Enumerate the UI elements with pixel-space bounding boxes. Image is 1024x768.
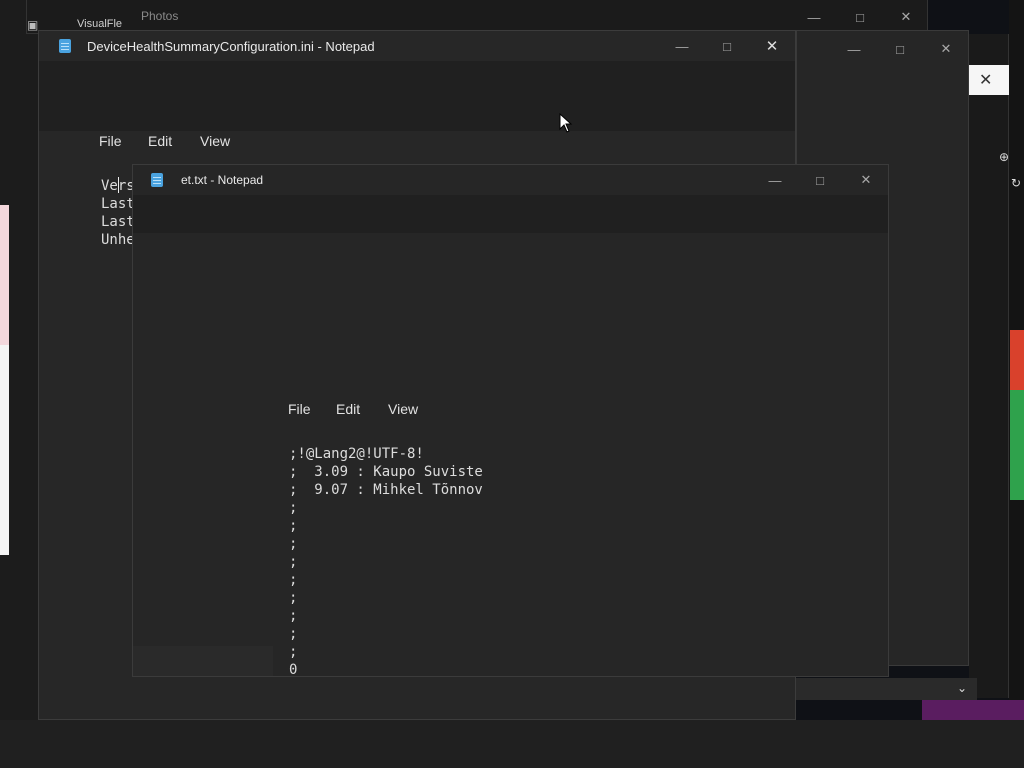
editor-line: ;: [289, 626, 298, 642]
window-title: DeviceHealthSummaryConfiguration.ini - N…: [87, 39, 375, 54]
rotate-icon: ↻: [1011, 176, 1022, 190]
bg-maximize-button[interactable]: □: [877, 31, 923, 67]
background-purple-strip: [922, 700, 1024, 720]
close-icon: ✕: [979, 72, 993, 89]
background-art-red: [1010, 330, 1024, 390]
close-button[interactable]: ✕: [843, 165, 889, 195]
chevron-down-icon: ⌄: [956, 681, 967, 695]
minimize-button[interactable]: —: [659, 31, 705, 61]
background-art-green: [1010, 390, 1024, 500]
background-close-chip[interactable]: ✕: [969, 65, 1009, 95]
menu-file[interactable]: File: [99, 133, 122, 149]
editor-line: ; 3.09 : Kaupo Suviste: [289, 464, 483, 480]
editor-line: ;: [289, 572, 298, 588]
editor-line: ;: [289, 500, 298, 516]
editor-line: ;: [289, 644, 298, 660]
editor-line: ;!@Lang2@!UTF-8!: [289, 446, 424, 462]
menu-view[interactable]: View: [200, 133, 230, 149]
editor-line: ;: [289, 518, 298, 534]
titlebar[interactable]: DeviceHealthSummaryConfiguration.ini - N…: [39, 31, 795, 61]
editor-line: Last: [101, 196, 135, 212]
close-button[interactable]: ✕: [749, 31, 795, 61]
editor-line: ; 9.07 : Mihkel Tõnnov: [289, 482, 483, 498]
text-caret: [118, 177, 119, 193]
menu-view[interactable]: View: [388, 401, 418, 417]
maximize-button[interactable]: □: [797, 165, 843, 195]
photos-app-icon: ▣: [27, 18, 39, 32]
zoom-in-icon: ⊕: [999, 150, 1010, 164]
taskbar-area: [0, 720, 1024, 768]
minimize-button[interactable]: —: [752, 165, 798, 195]
menu-file[interactable]: File: [288, 401, 311, 417]
tab-strip: [39, 61, 795, 131]
notepad-icon: [151, 173, 163, 187]
menu-edit[interactable]: Edit: [148, 133, 172, 149]
text-editor[interactable]: ;!@Lang2@!UTF-8! ; 3.09 : Kaupo Suviste …: [133, 435, 888, 678]
editor-line: Last: [101, 214, 135, 230]
editor-line: Unhe: [101, 232, 135, 248]
maximize-button[interactable]: □: [704, 31, 750, 61]
photos-maximize-button[interactable]: □: [837, 0, 883, 34]
background-white-panel: [0, 345, 9, 555]
bg-close-button[interactable]: ✕: [923, 31, 969, 67]
notepad-window-et[interactable]: et.txt - Notepad — □ ✕ File Edit View ;!…: [132, 164, 889, 678]
editor-line: ;: [289, 590, 298, 606]
photos-close-button[interactable]: ✕: [883, 0, 929, 34]
desktop: ▣ Photos VisualFle — □ ✕ — □ ✕ ✕ ⊕ ↻ ⌄ D…: [0, 0, 1024, 768]
photos-window[interactable]: ▣ Photos VisualFle — □ ✕: [26, 0, 928, 34]
editor-line: ;: [289, 608, 298, 624]
editor-line: ;: [289, 554, 298, 570]
window-title: et.txt - Notepad: [181, 173, 264, 187]
visualflex-label: VisualFle: [77, 18, 123, 30]
photos-minimize-button[interactable]: —: [791, 0, 837, 34]
background-dropdown-bar[interactable]: ⌄: [796, 678, 977, 700]
bg-minimize-button[interactable]: —: [831, 31, 877, 67]
menu-edit[interactable]: Edit: [336, 401, 360, 417]
editor-line: ;: [289, 536, 298, 552]
titlebar[interactable]: et.txt - Notepad — □ ✕: [133, 165, 888, 195]
mouse-pointer-icon: [559, 113, 573, 133]
background-window-far-right: [969, 34, 1009, 698]
background-pink-panel: [0, 205, 9, 345]
notepad-icon: [59, 39, 71, 53]
editor-line: 0: [289, 662, 298, 678]
status-strip: [133, 646, 273, 676]
tab-strip: [133, 195, 888, 233]
photos-title: Photos: [141, 9, 179, 23]
